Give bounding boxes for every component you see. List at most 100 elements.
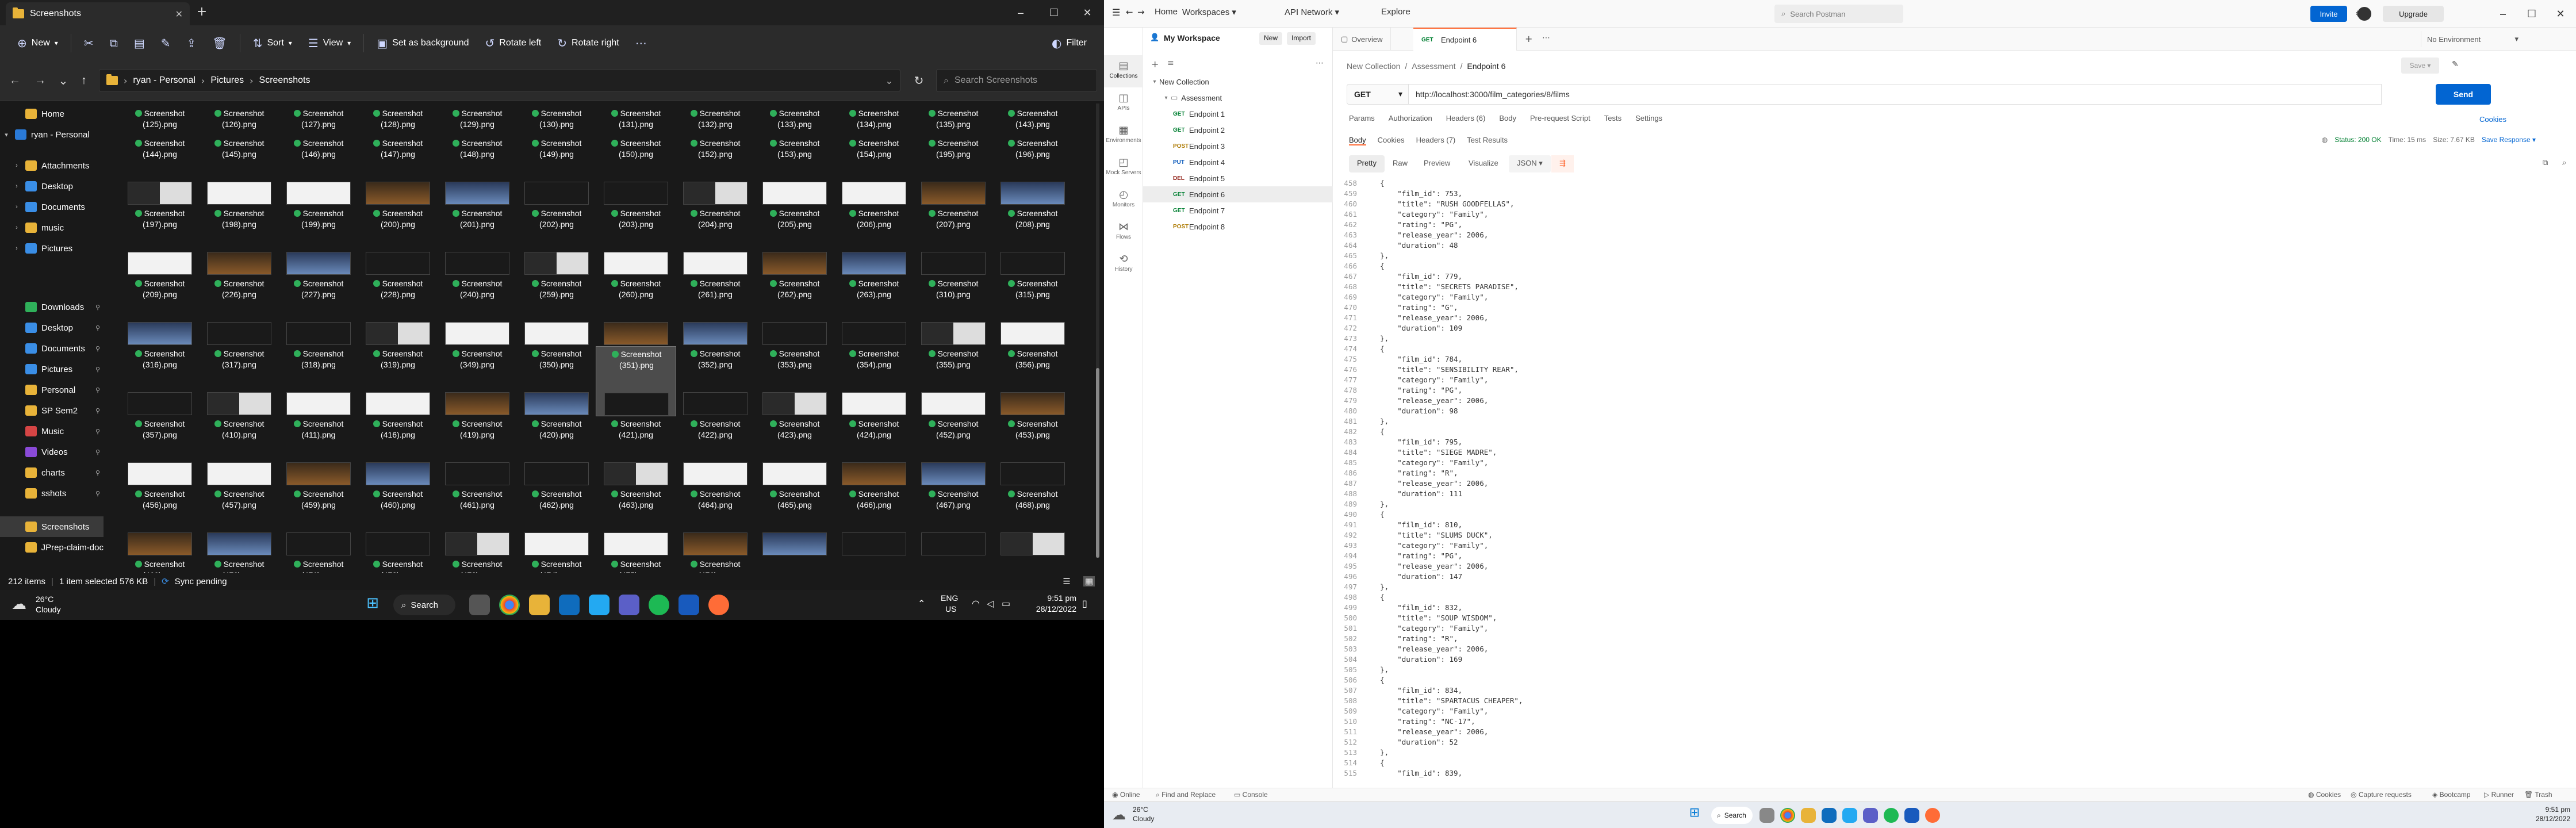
url-input[interactable]: http://localhost:3000/film_categories/8/… bbox=[1409, 84, 2382, 105]
file-item[interactable]: Screenshot (259).png bbox=[516, 276, 597, 346]
minimize-icon[interactable]: – bbox=[1004, 0, 1037, 25]
start-windows-icon[interactable]: ⊞ bbox=[362, 595, 383, 615]
file-item[interactable]: Screenshot (310).png bbox=[913, 276, 994, 346]
word-icon[interactable] bbox=[678, 595, 699, 615]
word-icon[interactable] bbox=[1904, 808, 1919, 823]
recent-chevron-icon[interactable]: ⌄ bbox=[52, 69, 75, 92]
file-item[interactable]: Screenshot (452).png bbox=[913, 416, 994, 486]
nav-item[interactable]: JPrep-claim-doc bbox=[0, 537, 103, 558]
file-explorer-icon[interactable] bbox=[1801, 808, 1816, 823]
file-item[interactable]: Screenshot (153).png bbox=[754, 136, 835, 206]
battery-icon[interactable]: ▭ bbox=[1002, 598, 1010, 609]
file-item[interactable]: Screenshot (147).png bbox=[358, 136, 438, 206]
spotify-icon[interactable] bbox=[649, 595, 669, 615]
search-input[interactable]: ⌕ Search Postman bbox=[1774, 5, 1903, 23]
nav-item[interactable]: Screenshots bbox=[0, 516, 103, 537]
nav-item[interactable]: › Documents bbox=[0, 197, 103, 217]
tree-item[interactable]: ▾ New Collection bbox=[1143, 74, 1333, 90]
cookies-link[interactable]: Cookies bbox=[2479, 115, 2506, 124]
res-tab[interactable]: Body bbox=[1349, 136, 1366, 145]
workspace-name[interactable]: My Workspace bbox=[1164, 33, 1220, 43]
save-response-button[interactable]: Save Response ▾ bbox=[2482, 136, 2536, 144]
req-tab[interactable]: Headers (6) bbox=[1446, 114, 1486, 129]
postman-icon[interactable] bbox=[708, 595, 729, 615]
new-button[interactable]: ⊕ New ▾ bbox=[9, 30, 66, 56]
online-status[interactable]: ◉ Online bbox=[1112, 791, 1140, 799]
req-tab[interactable]: Body bbox=[1499, 114, 1516, 129]
file-item[interactable]: Screenshot (351).png bbox=[596, 346, 676, 416]
file-item[interactable]: Screenshot (149).png bbox=[516, 136, 597, 206]
file-item[interactable]: Screenshot (208).png bbox=[992, 206, 1073, 276]
nav-item[interactable]: Pictures ⚲ bbox=[0, 359, 103, 379]
menu-icon[interactable]: ☰ bbox=[1112, 7, 1120, 18]
file-item[interactable]: Screenshot (152).png bbox=[675, 136, 756, 206]
more-options-button[interactable]: ⋯ bbox=[627, 30, 655, 56]
file-item[interactable]: Screenshot (203).png bbox=[596, 206, 676, 276]
runner-button[interactable]: ▷ Runner bbox=[2484, 791, 2514, 799]
file-item[interactable]: Screenshot (355).png bbox=[913, 346, 994, 416]
file-item[interactable]: Screenshot (465).png bbox=[754, 486, 835, 557]
tree-item[interactable]: GET Endpoint 2 bbox=[1143, 122, 1333, 138]
tree-item[interactable]: DEL Endpoint 5 bbox=[1143, 170, 1333, 186]
file-item[interactable]: Screenshot (240).png bbox=[437, 276, 518, 346]
chevron-down-icon[interactable]: ⌄ bbox=[885, 75, 893, 86]
volume-icon[interactable]: ◁ bbox=[987, 598, 994, 609]
maximize-icon[interactable]: ☐ bbox=[1037, 0, 1071, 25]
chevron-icon[interactable]: › bbox=[13, 162, 21, 169]
tabs-menu-icon[interactable]: ⋯ bbox=[1542, 33, 1550, 43]
file-item[interactable]: Screenshot (461).png bbox=[437, 486, 518, 557]
rename-button[interactable]: ✎ bbox=[153, 30, 179, 56]
copy-button[interactable]: ⧉ bbox=[102, 30, 126, 56]
weather-temp[interactable]: 26°C bbox=[36, 595, 53, 604]
file-item[interactable]: Screenshot (422).png bbox=[675, 416, 756, 486]
search-input[interactable]: ⌕ Search Screenshots bbox=[936, 69, 1097, 92]
tab-endpoint[interactable]: GET Endpoint 6 bbox=[1413, 28, 1517, 51]
breadcrumb-item[interactable]: Pictures bbox=[210, 75, 244, 86]
new-tab-icon[interactable]: + bbox=[1525, 33, 1532, 44]
new-tab-icon[interactable]: + bbox=[193, 5, 210, 22]
file-item[interactable]: Screenshot (316).png bbox=[120, 346, 200, 416]
start-windows-icon[interactable]: ⊞ bbox=[1686, 806, 1703, 823]
nav-item[interactable]: Documents ⚲ bbox=[0, 338, 103, 359]
nav-item[interactable]: Music ⚲ bbox=[0, 421, 103, 442]
view-button[interactable]: ☰ View ▾ bbox=[300, 30, 359, 56]
back-icon[interactable]: ← bbox=[1126, 7, 1133, 17]
file-item[interactable]: Screenshot (453).png bbox=[992, 416, 1073, 486]
nav-item[interactable]: SP Sem2 ⚲ bbox=[0, 400, 103, 421]
taskbar-search[interactable]: ⌕ Search bbox=[393, 595, 455, 615]
file-item[interactable]: Screenshot (460).png bbox=[358, 486, 438, 557]
file-item[interactable]: Screenshot (197).png bbox=[120, 206, 200, 276]
nav-workspaces[interactable]: Workspaces ▾ bbox=[1182, 7, 1236, 17]
chrome-icon[interactable] bbox=[499, 595, 520, 615]
file-item[interactable]: Screenshot (353).png bbox=[754, 346, 835, 416]
more-icon[interactable]: ⋯ bbox=[1316, 59, 1324, 68]
clock-time[interactable]: 9:51 pm bbox=[2524, 806, 2570, 814]
file-item[interactable]: Screenshot (154).png bbox=[834, 136, 914, 206]
file-item[interactable]: Screenshot (456).png bbox=[120, 486, 200, 557]
wrap-icon[interactable]: ⇶ bbox=[1551, 155, 1574, 172]
file-item[interactable]: Screenshot (200).png bbox=[358, 206, 438, 276]
bootcamp-button[interactable]: ◈ Bootcamp bbox=[2432, 791, 2471, 799]
file-item[interactable]: Screenshot (226).png bbox=[199, 276, 279, 346]
file-item[interactable]: Screenshot (421).png bbox=[596, 416, 676, 486]
res-tab[interactable]: Test Results bbox=[1467, 136, 1508, 145]
chevron-down-icon[interactable]: ▾ bbox=[1150, 79, 1159, 85]
outlook-icon[interactable] bbox=[1822, 808, 1837, 823]
file-item[interactable]: Screenshot (150).png bbox=[596, 136, 676, 206]
sort-button[interactable]: ⇅ Sort ▾ bbox=[245, 30, 300, 56]
scrollbar-thumb[interactable] bbox=[1096, 368, 1099, 558]
rail-item-apis[interactable]: ◫ APIs bbox=[1104, 87, 1143, 120]
nav-home[interactable]: Home bbox=[1155, 7, 1178, 17]
file-item[interactable]: Screenshot (199).png bbox=[278, 206, 359, 276]
teams-icon[interactable] bbox=[1863, 808, 1878, 823]
file-item[interactable]: Screenshot (201).png bbox=[437, 206, 518, 276]
file-item[interactable]: Screenshot (354).png bbox=[834, 346, 914, 416]
close-window-icon[interactable]: ✕ bbox=[2546, 0, 2575, 28]
file-item[interactable]: Screenshot (227).png bbox=[278, 276, 359, 346]
details-view-icon[interactable]: ☰ bbox=[1063, 576, 1070, 586]
clock-date[interactable]: 28/12/2022 bbox=[1025, 604, 1076, 614]
res-tab[interactable]: Cookies bbox=[1378, 136, 1405, 145]
search-icon[interactable]: ⌕ bbox=[2562, 159, 2566, 167]
clock-date[interactable]: 28/12/2022 bbox=[2518, 815, 2570, 823]
chevron-up-icon[interactable]: ⌃ bbox=[918, 598, 925, 609]
